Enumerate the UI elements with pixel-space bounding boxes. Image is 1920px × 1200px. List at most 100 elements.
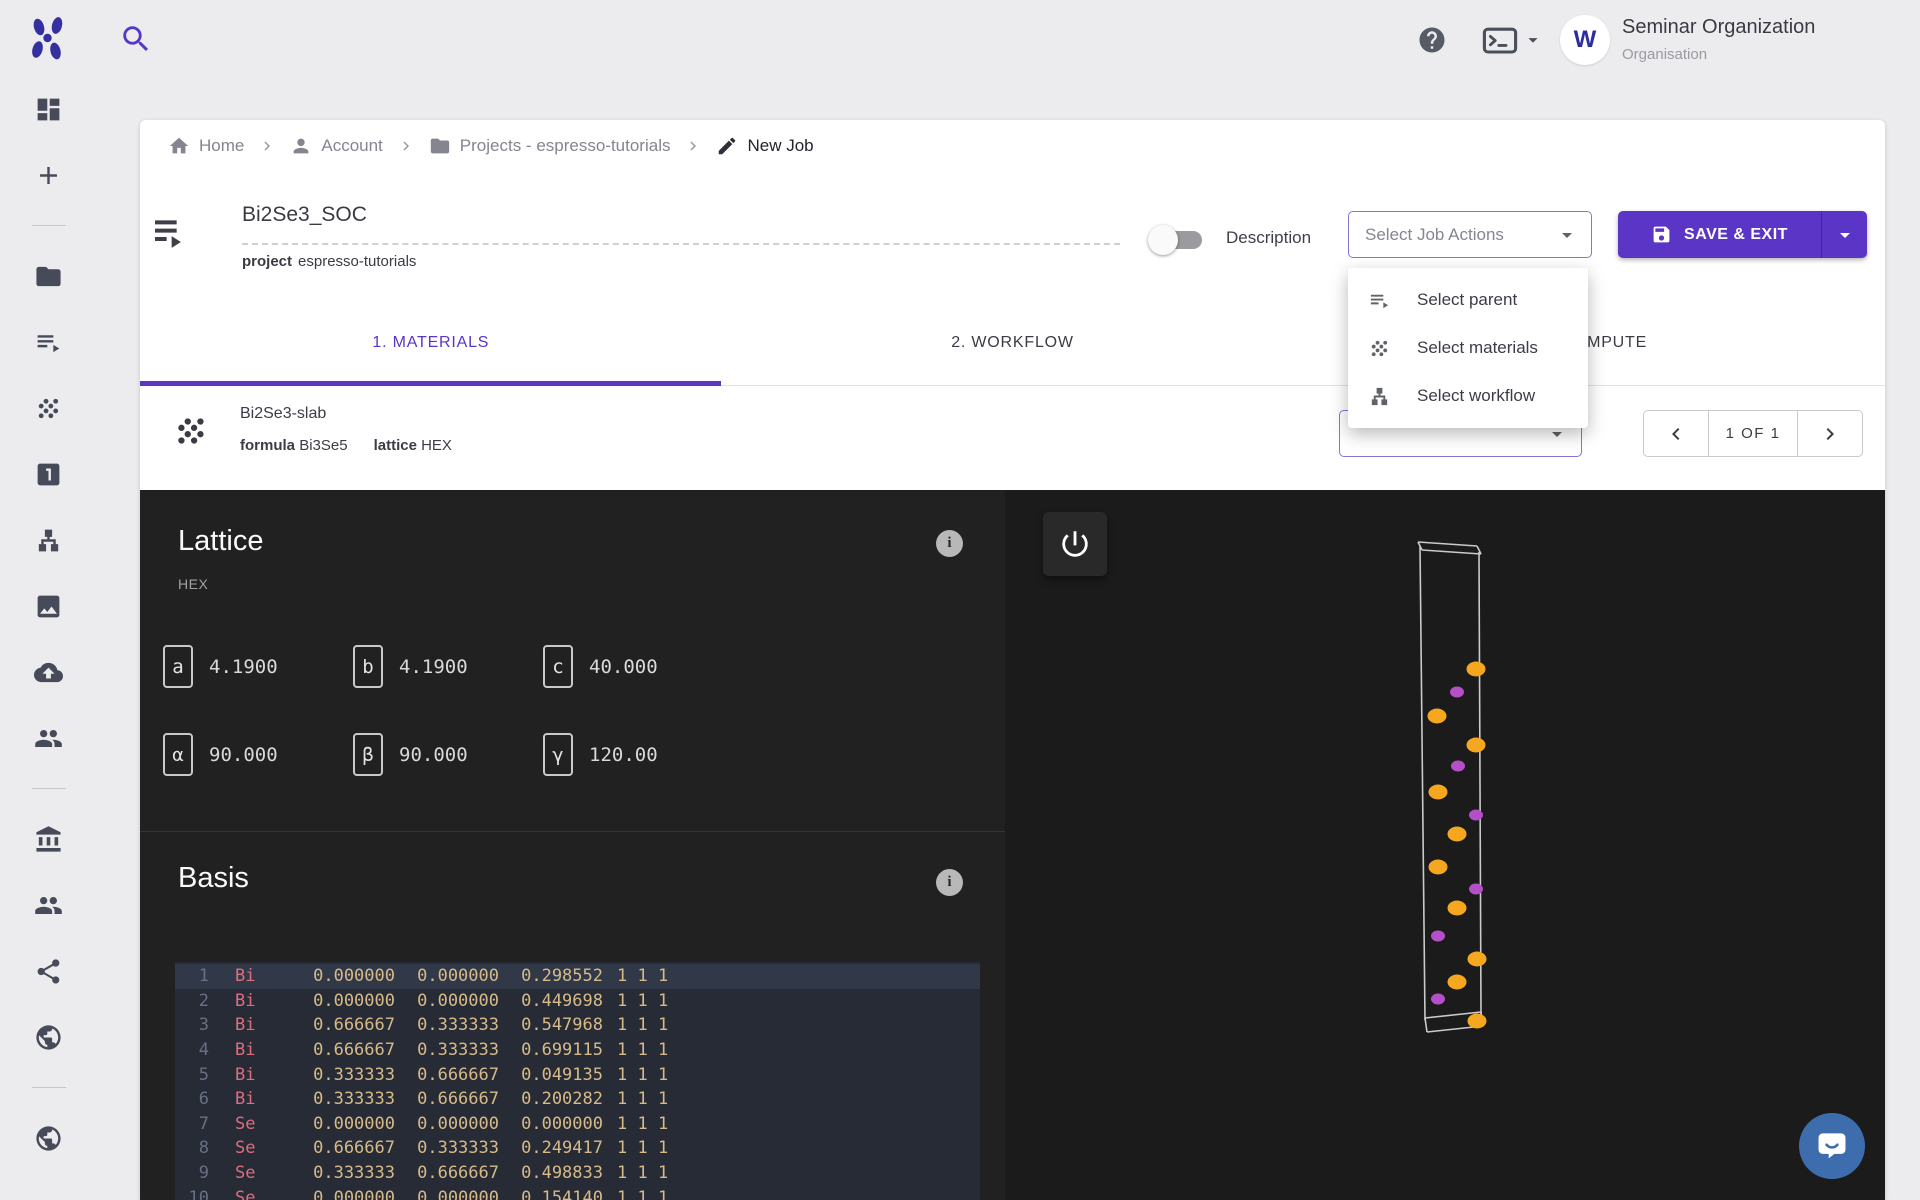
next-page-button[interactable] [1798,411,1862,456]
sidebar-item-bank[interactable] [25,815,73,863]
job-project: projectespresso-tutorials [242,253,416,270]
search-button[interactable] [118,22,154,58]
chevron-left-icon [1664,422,1688,446]
playlist-icon [1368,289,1391,312]
menu-item-select-workflow[interactable]: Select workflow [1348,372,1588,420]
sidebar-item-photo[interactable] [25,582,73,630]
breadcrumb-item-new-job[interactable]: New Job [716,135,813,157]
search-icon [119,22,153,56]
coord-z: 0.699115 [499,1040,603,1060]
lattice-param-b: b4.1900 [353,645,543,688]
coord-x: 0.666667 [291,1040,395,1060]
basis-row[interactable]: 3Bi0.6666670.3333330.5479681 1 1 [175,1013,980,1038]
sidebar-item-grain[interactable] [25,384,73,432]
tab-workflow[interactable]: 2. WORKFLOW [722,300,1304,385]
param-value[interactable]: 90.000 [399,744,468,766]
job-title[interactable]: Bi2Se3_SOC [242,203,367,227]
sidebar-item-add[interactable] [25,151,73,199]
save-exit-label: SAVE & EXIT [1684,226,1788,244]
coord-x: 0.666667 [291,1138,395,1158]
atom-orange [1467,662,1486,677]
coord-x: 0.333333 [291,1163,395,1183]
material-attributes: formula Bi3Se5lattice HEX [240,437,452,454]
basis-row[interactable]: 5Bi0.3333330.6666670.0491351 1 1 [175,1062,980,1087]
element: Bi [235,966,291,986]
coord-y: 0.000000 [395,1188,499,1200]
breadcrumb-item-projects-espresso-tutorials[interactable]: Projects - espresso-tutorials [429,135,671,157]
save-button-group: SAVE & EXIT [1618,211,1867,258]
edit-icon [716,135,738,157]
param-symbol: c [543,645,573,688]
menu-item-select-materials[interactable]: Select materials [1348,324,1588,372]
chat-widget-button[interactable] [1799,1113,1865,1179]
breadcrumb-separator-icon [397,137,415,155]
sidebar-item-globe2[interactable] [25,1114,73,1162]
save-more-button[interactable] [1822,211,1867,258]
description-toggle[interactable] [1148,222,1210,258]
coord-y: 0.666667 [395,1163,499,1183]
param-value[interactable]: 4.1900 [209,656,278,678]
crystal-viewer[interactable] [1005,490,1885,1200]
tab-bar: 1. MATERIALS 2. WORKFLOW 3. COMPUTE [140,300,1885,386]
atom-purple [1450,687,1464,698]
tab-materials[interactable]: 1. MATERIALS [140,300,722,385]
basis-row[interactable]: 8Se0.6666670.3333330.2494171 1 1 [175,1136,980,1161]
param-value[interactable]: 90.000 [209,744,278,766]
sidebar-item-playlist[interactable] [25,318,73,366]
sidebar-item-tree[interactable] [25,516,73,564]
line-number: 1 [175,966,209,986]
sidebar-item-group2[interactable] [25,881,73,929]
basis-row[interactable]: 1Bi0.0000000.0000000.2985521 1 1 [175,964,980,989]
sidebar-item-group[interactable] [25,714,73,762]
param-symbol: γ [543,733,573,776]
breadcrumb-item-home[interactable]: Home [168,135,244,157]
basis-row[interactable]: 10Se0.0000000.0000000.1541401 1 1 [175,1185,980,1200]
atom-orange [1429,860,1448,875]
cloudup-icon [34,658,63,687]
grain-icon [34,394,63,423]
basis-info-button[interactable]: i [936,869,963,896]
coord-y: 0.000000 [395,1114,499,1134]
dashboard-icon [34,95,63,124]
sidebar-item-looksone[interactable] [25,450,73,498]
prev-page-button[interactable] [1644,411,1708,456]
sidebar-item-folder[interactable] [25,252,73,300]
param-value[interactable]: 120.00 [589,744,658,766]
line-number: 9 [175,1163,209,1183]
looksone-icon [34,460,63,489]
job-actions-menu: Select parentSelect materials Select work… [1348,268,1588,428]
lattice-info-button[interactable]: i [936,530,963,557]
avatar[interactable]: W [1560,15,1610,65]
help-button[interactable] [1417,25,1447,55]
param-value[interactable]: 40.000 [589,656,658,678]
lattice-param-c: c 40.000 [543,645,733,688]
sidebar-item-dashboard[interactable] [25,85,73,133]
param-value[interactable]: 4.1900 [399,656,468,678]
save-exit-button[interactable]: SAVE & EXIT [1618,211,1821,258]
line-number: 10 [175,1188,209,1200]
menu-item-select-parent[interactable]: Select parent [1348,276,1588,324]
coord-z: 0.000000 [499,1114,603,1134]
basis-row[interactable]: 4Bi0.6666670.3333330.6991151 1 1 [175,1038,980,1063]
sidebar-item-globe[interactable] [25,1013,73,1061]
sidebar-item-cloudup[interactable] [25,648,73,696]
person-icon [290,135,312,157]
breadcrumb-item-account[interactable]: Account [290,135,382,157]
basis-row[interactable]: 7Se0.0000000.0000000.0000001 1 1 [175,1112,980,1137]
console-menu-button[interactable] [1482,24,1544,56]
app-logo-icon[interactable] [22,12,74,64]
basis-row[interactable]: 9Se0.3333330.6666670.4988331 1 1 [175,1161,980,1186]
sidebar-item-share[interactable] [25,947,73,995]
atom-orange [1448,827,1467,842]
job-actions-select[interactable]: Select Job Actions [1348,211,1592,258]
basis-row[interactable]: 6Bi0.3333330.6666670.2002821 1 1 [175,1087,980,1112]
line-number: 7 [175,1114,209,1134]
viewer-power-button[interactable] [1043,512,1107,576]
menu-item-label: Select workflow [1417,386,1535,406]
coord-x: 0.000000 [291,991,395,1011]
coord-x: 0.000000 [291,1114,395,1134]
material-name[interactable]: Bi2Se3-slab [240,405,326,423]
basis-editor[interactable]: 1Bi0.0000000.0000000.2985521 1 12Bi0.000… [175,962,980,1200]
basis-row[interactable]: 2Bi0.0000000.0000000.4496981 1 1 [175,989,980,1014]
atom-orange [1429,785,1448,800]
